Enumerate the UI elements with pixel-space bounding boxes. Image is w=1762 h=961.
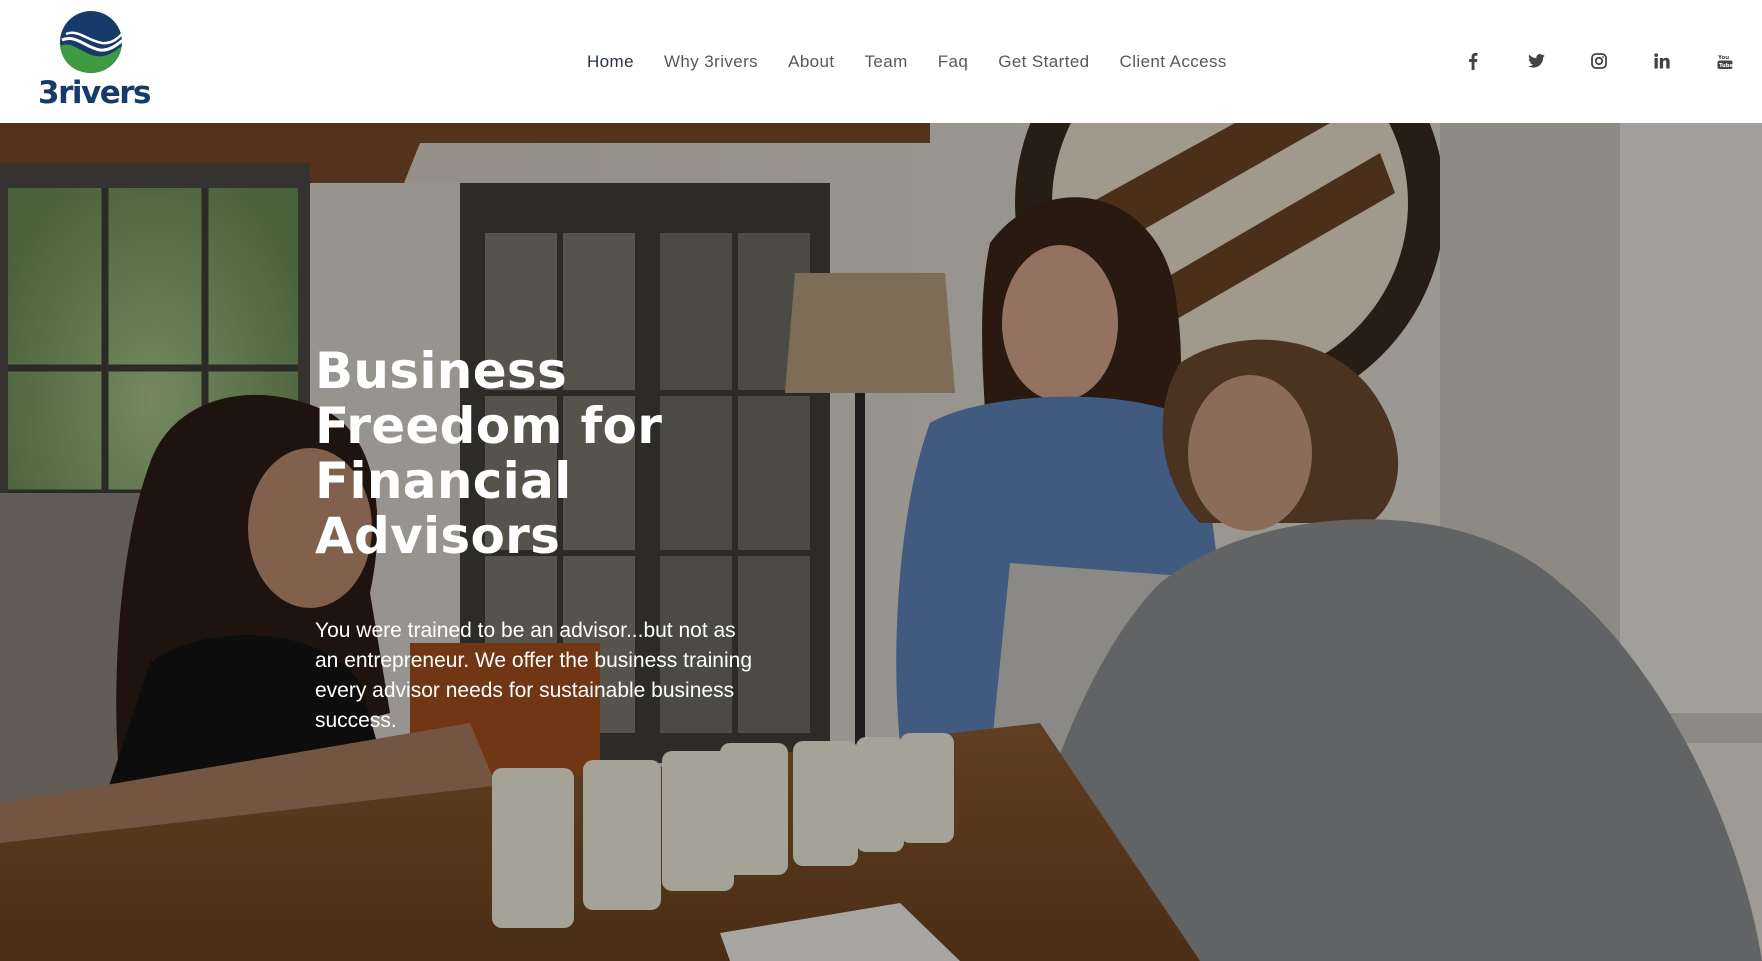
- nav-item-faq[interactable]: Faq: [938, 50, 969, 74]
- logo-text: 3rivers: [38, 75, 151, 111]
- logo-mark-icon: [60, 11, 124, 73]
- nav-item-why-3rivers[interactable]: Why 3rivers: [664, 50, 758, 74]
- hero-title: Business Freedom for Financial Advisors: [315, 342, 663, 565]
- nav-item-home[interactable]: Home: [587, 50, 634, 74]
- svg-text:Tube: Tube: [1719, 63, 1733, 69]
- instagram-icon[interactable]: [1586, 48, 1612, 74]
- hero-content: Business Freedom for Financial Advisors …: [315, 344, 815, 736]
- facebook-icon[interactable]: [1460, 48, 1486, 74]
- nav-item-client-access[interactable]: Client Access: [1120, 50, 1227, 74]
- main-nav: Home Why 3rivers About Team Faq Get Star…: [587, 50, 1257, 74]
- hero-overlay: [0, 123, 1762, 961]
- twitter-icon[interactable]: [1523, 48, 1549, 74]
- site-header: 3rivers Home Why 3rivers About Team Faq …: [0, 0, 1762, 123]
- svg-text:You: You: [1717, 55, 1729, 61]
- hero-description: You were trained to be an advisor...but …: [315, 619, 753, 732]
- hero-section: Business Freedom for Financial Advisors …: [0, 123, 1762, 961]
- logo-link[interactable]: 3rivers: [38, 8, 151, 114]
- nav-item-team[interactable]: Team: [865, 50, 908, 74]
- linkedin-icon[interactable]: [1649, 48, 1675, 74]
- youtube-icon[interactable]: You Tube: [1712, 48, 1738, 74]
- nav-item-about[interactable]: About: [788, 50, 834, 74]
- social-links: You Tube: [1460, 48, 1742, 76]
- nav-item-get-started[interactable]: Get Started: [998, 50, 1089, 74]
